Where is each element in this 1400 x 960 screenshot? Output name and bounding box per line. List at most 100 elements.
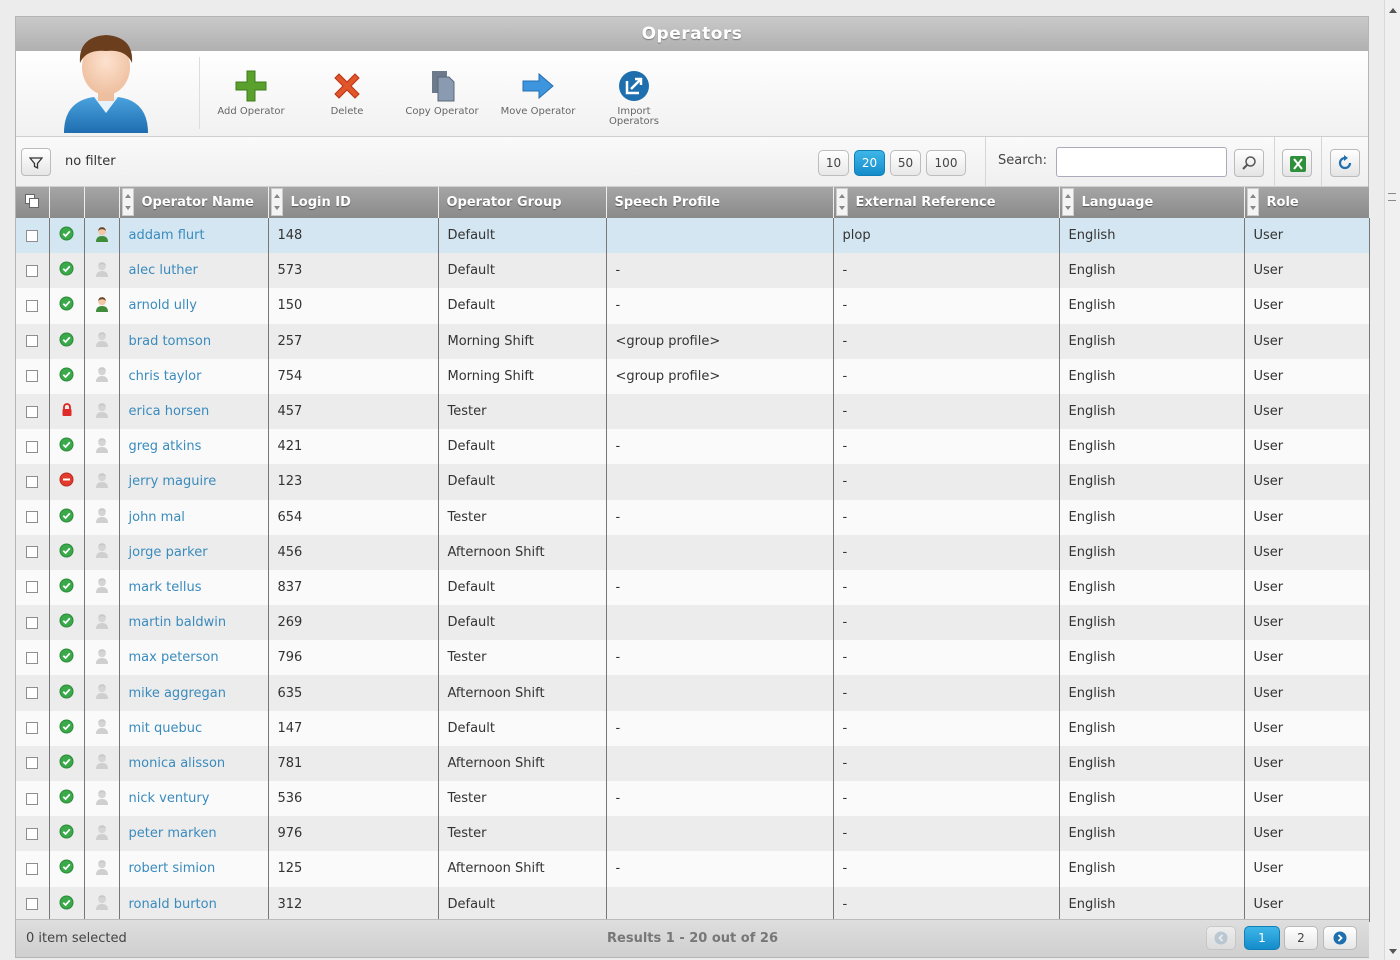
row-checkbox[interactable] xyxy=(26,405,39,418)
row-checkbox[interactable] xyxy=(26,475,39,488)
search-input[interactable] xyxy=(1056,147,1227,177)
row-checkbox[interactable] xyxy=(26,862,39,875)
search-button[interactable] xyxy=(1234,149,1264,177)
row-checkbox[interactable] xyxy=(26,299,39,312)
delete-button[interactable]: Delete xyxy=(302,69,392,117)
operator-avatar-icon xyxy=(95,754,109,773)
column-header-operator-group[interactable]: Operator Group xyxy=(438,187,607,218)
row-checkbox[interactable] xyxy=(26,792,39,805)
move-operator-button[interactable]: Move Operator xyxy=(493,69,583,117)
next-page-button[interactable] xyxy=(1323,926,1357,950)
row-checkbox[interactable] xyxy=(26,264,39,277)
table-row[interactable]: monica alisson 781 Afternoon Shift - English… xyxy=(16,745,1370,781)
operator-name-link[interactable]: erica horsen xyxy=(129,404,210,419)
operator-name-link[interactable]: chris taylor xyxy=(129,369,202,384)
previous-page-button[interactable] xyxy=(1206,926,1236,950)
copy-operator-button[interactable]: Copy Operator xyxy=(397,69,487,117)
column-header-language[interactable]: Language xyxy=(1059,187,1245,218)
table-row[interactable]: erica horsen 457 Tester - English User xyxy=(16,393,1370,430)
column-header-role[interactable]: Role xyxy=(1244,187,1370,218)
scroll-up-icon[interactable] xyxy=(1389,8,1397,13)
row-checkbox[interactable] xyxy=(26,229,39,242)
add-operator-button[interactable]: Add Operator xyxy=(206,69,296,117)
page-size-10-button[interactable]: 10 xyxy=(818,150,849,176)
page-size-100-button[interactable]: 100 xyxy=(926,150,966,176)
scroll-down-icon[interactable] xyxy=(1389,949,1397,954)
export-excel-button[interactable] xyxy=(1282,149,1312,177)
row-checkbox[interactable] xyxy=(26,898,39,911)
select-all-checkbox[interactable] xyxy=(16,187,50,218)
table-row[interactable]: peter marken 976 Tester - English User xyxy=(16,816,1370,852)
operator-name-link[interactable]: jorge parker xyxy=(129,545,208,560)
column-header-external-reference[interactable]: External Reference xyxy=(833,187,1060,218)
page-scrollbar[interactable] xyxy=(1384,0,1400,960)
scroll-grip-icon[interactable] xyxy=(1388,193,1396,201)
row-checkbox[interactable] xyxy=(26,757,39,770)
operator-name-link[interactable]: brad tomson xyxy=(129,334,212,349)
filter-button[interactable] xyxy=(21,148,51,176)
row-checkbox[interactable] xyxy=(26,827,39,840)
operator-name-link[interactable]: jerry maguire xyxy=(129,474,217,489)
table-row[interactable]: addam flurt 148 Default plop English User xyxy=(16,218,1370,254)
operator-name-link[interactable]: arnold ully xyxy=(129,298,197,313)
table-row[interactable]: mark tellus 837 Default - - English User xyxy=(16,569,1370,606)
row-checkbox[interactable] xyxy=(26,581,39,594)
table-row[interactable]: mit quebuc 147 Default - - English User xyxy=(16,710,1370,746)
table-row[interactable]: nick ventury 536 Tester - - English User xyxy=(16,781,1370,817)
operator-name-link[interactable]: martin baldwin xyxy=(129,615,227,630)
sort-icon[interactable] xyxy=(1061,188,1074,216)
table-row[interactable]: greg atkins 421 Default - - English User xyxy=(16,429,1370,465)
page-2-button[interactable]: 2 xyxy=(1284,926,1318,950)
window-title: Operators xyxy=(16,17,1368,51)
table-row[interactable]: martin baldwin 269 Default - English User xyxy=(16,605,1370,641)
row-checkbox[interactable] xyxy=(26,687,39,700)
sort-icon[interactable] xyxy=(270,188,283,216)
row-checkbox[interactable] xyxy=(26,616,39,629)
operator-name-link[interactable]: mark tellus xyxy=(129,580,202,595)
sort-icon[interactable] xyxy=(1246,188,1259,216)
operator-name-link[interactable]: nick ventury xyxy=(129,791,210,806)
table-row[interactable]: alec luther 573 Default - - English User xyxy=(16,253,1370,289)
row-checkbox[interactable] xyxy=(26,546,39,559)
operator-name-link[interactable]: ronald burton xyxy=(129,897,217,912)
refresh-button[interactable] xyxy=(1330,149,1360,177)
page-size-20-button[interactable]: 20 xyxy=(854,150,885,176)
table-row[interactable]: brad tomson 257 Morning Shift <group profil… xyxy=(16,323,1370,359)
row-checkbox[interactable] xyxy=(26,511,39,524)
sort-icon[interactable] xyxy=(121,188,134,216)
table-row[interactable]: chris taylor 754 Morning Shift <group profi… xyxy=(16,358,1370,394)
table-row[interactable]: jerry maguire 123 Default - English User xyxy=(16,464,1370,500)
results-summary: Results 1 - 20 out of 26 xyxy=(607,931,778,946)
operator-name-link[interactable]: mit quebuc xyxy=(129,721,203,736)
row-checkbox[interactable] xyxy=(26,651,39,664)
table-row[interactable]: mike aggregan 635 Afternoon Shift - English U… xyxy=(16,675,1370,711)
operator-name-link[interactable]: mike aggregan xyxy=(129,686,226,701)
sort-icon[interactable] xyxy=(835,188,848,216)
column-header-operator-name[interactable]: Operator Name xyxy=(119,187,269,218)
column-header-login-id[interactable]: Login ID xyxy=(268,187,439,218)
import-operators-button[interactable]: Import Operators xyxy=(589,69,679,127)
operator-name-link[interactable]: addam flurt xyxy=(129,228,205,243)
table-row[interactable]: ronald burton 312 Default - English User xyxy=(16,886,1370,922)
table-row[interactable]: arnold ully 150 Default - - English User xyxy=(16,288,1370,324)
column-header-speech-profile[interactable]: Speech Profile xyxy=(606,187,834,218)
page-1-button[interactable]: 1 xyxy=(1244,926,1280,950)
row-checkbox[interactable] xyxy=(26,440,39,453)
table-row[interactable]: jorge parker 456 Afternoon Shift - English Us… xyxy=(16,534,1370,570)
operator-name-link[interactable]: peter marken xyxy=(129,826,217,841)
operator-name-link[interactable]: john mal xyxy=(129,510,185,525)
operator-name-link[interactable]: robert simion xyxy=(129,861,216,876)
login-id-cell: 312 xyxy=(268,886,439,922)
table-row[interactable]: max peterson 796 Tester - - English User xyxy=(16,640,1370,676)
operator-name-link[interactable]: alec luther xyxy=(129,263,198,278)
table-row[interactable]: john mal 654 Tester - - English User xyxy=(16,499,1370,535)
page-size-50-button[interactable]: 50 xyxy=(890,150,921,176)
row-checkbox[interactable] xyxy=(26,722,39,735)
row-checkbox[interactable] xyxy=(26,370,39,383)
table-row[interactable]: robert simion 125 Afternoon Shift - - English… xyxy=(16,851,1370,887)
operator-name-link[interactable]: monica alisson xyxy=(129,756,226,771)
operator-name-link[interactable]: greg atkins xyxy=(129,439,202,454)
row-checkbox[interactable] xyxy=(26,335,39,348)
operator-name-link[interactable]: max peterson xyxy=(129,650,219,665)
external-reference-cell: plop xyxy=(833,218,1060,254)
